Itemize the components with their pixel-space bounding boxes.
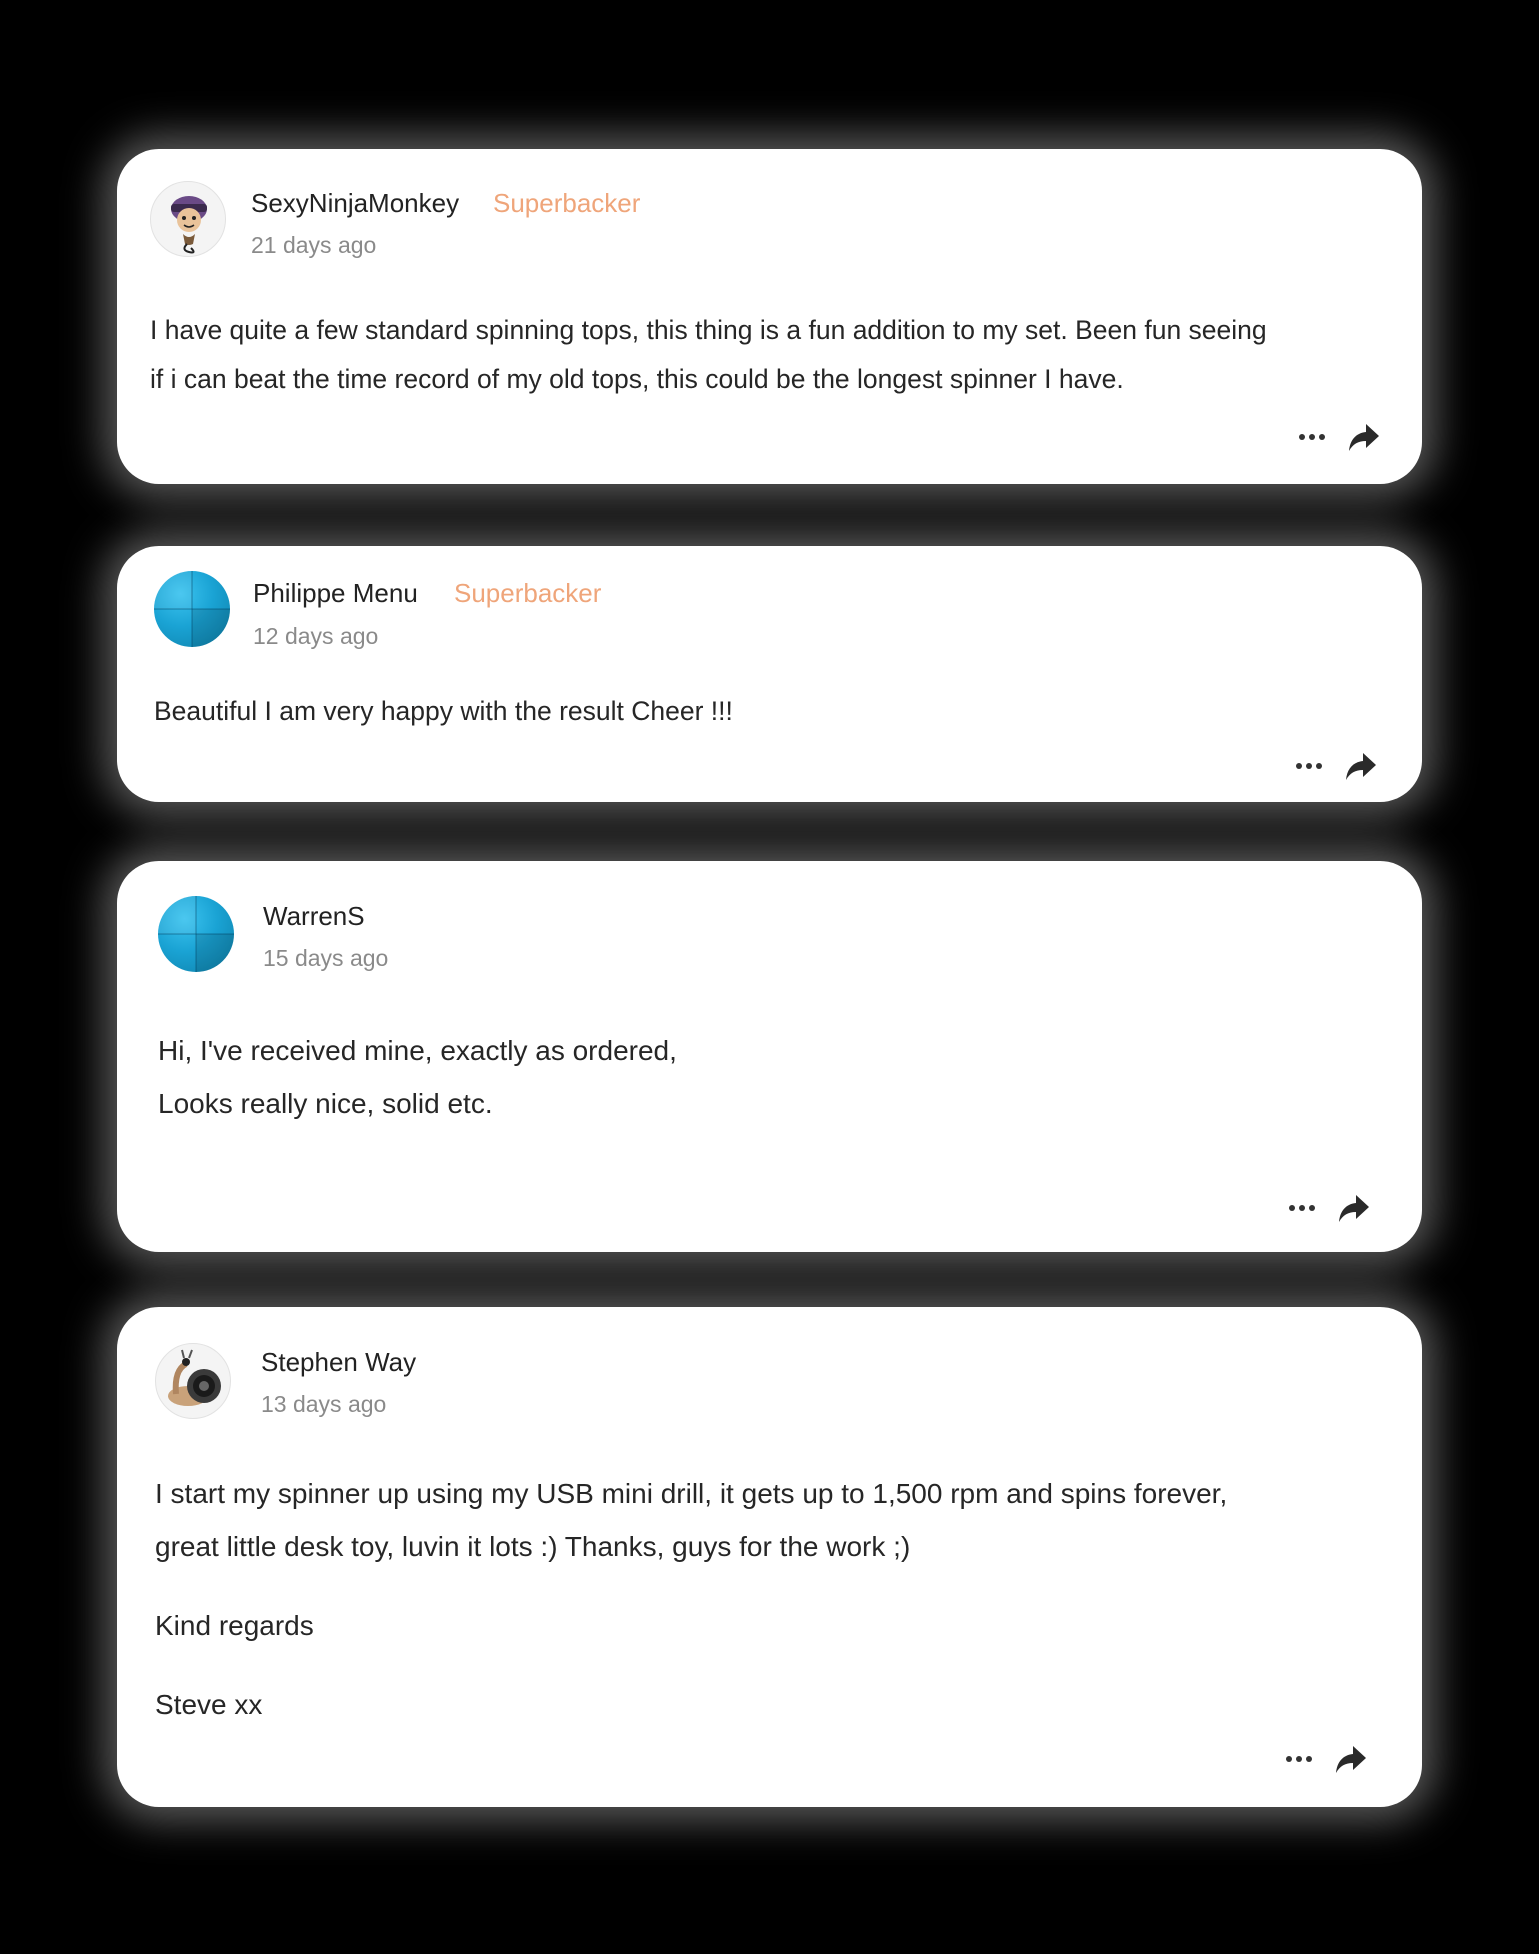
more-horizontal-icon[interactable] [1288,1201,1316,1215]
comment-paragraph: Hi, I've received mine, exactly as order… [158,1035,677,1066]
comment-paragraph: great little desk toy, luvin it lots :) … [155,1531,911,1562]
avatar[interactable] [150,181,226,257]
comment-body: Beautiful I am very happy with the resul… [154,694,733,728]
snail-camera-icon [168,1349,221,1406]
comment-paragraph: Beautiful I am very happy with the resul… [154,696,733,726]
more-horizontal-icon[interactable] [1285,1752,1313,1766]
timestamp[interactable]: 12 days ago [253,623,378,650]
author-name[interactable]: WarrenS [263,901,365,932]
comment-card: SexyNinjaMonkey Superbacker 21 days ago … [117,149,1422,484]
timestamp[interactable]: 21 days ago [251,232,376,259]
comment-card: Philippe Menu Superbacker 12 days ago Be… [117,546,1422,802]
more-horizontal-icon[interactable] [1298,430,1326,444]
superbacker-badge: Superbacker [454,578,602,608]
comment-card: Stephen Way 13 days ago I start my spinn… [117,1307,1422,1807]
more-horizontal-icon[interactable] [1295,759,1323,773]
default-avatar-icon [158,896,234,972]
comment-body: Hi, I've received mine, exactly as order… [158,1024,677,1130]
comment-paragraph: I start my spinner up using my USB mini … [155,1478,1228,1509]
avatar[interactable] [154,571,230,647]
comment-paragraph: Steve xx [155,1689,263,1720]
comment-paragraph: Looks really nice, solid etc. [158,1088,493,1119]
comment-body: I start my spinner up using my USB mini … [155,1467,1227,1731]
author-name[interactable]: Stephen Way [261,1347,416,1378]
share-arrow-icon[interactable] [1345,751,1377,781]
author-name[interactable]: Philippe Menu [253,578,418,609]
share-arrow-icon[interactable] [1335,1744,1367,1774]
comment-paragraph: Kind regards [155,1610,314,1641]
comment-paragraph: if i can beat the time record of my old … [150,364,1124,394]
timestamp[interactable]: 15 days ago [263,945,388,972]
comment-card: WarrenS 15 days ago Hi, I've received mi… [117,861,1422,1252]
ninja-monkey-icon [171,196,207,254]
comment-body: I have quite a few standard spinning top… [150,306,1267,404]
avatar[interactable] [155,1343,231,1419]
share-arrow-icon[interactable] [1348,422,1380,452]
share-arrow-icon[interactable] [1338,1193,1370,1223]
timestamp[interactable]: 13 days ago [261,1391,386,1418]
comment-paragraph: I have quite a few standard spinning top… [150,315,1267,345]
avatar[interactable] [158,896,234,972]
superbacker-badge: Superbacker [493,188,641,218]
author-name[interactable]: SexyNinjaMonkey [251,188,459,219]
default-avatar-icon [154,571,230,647]
